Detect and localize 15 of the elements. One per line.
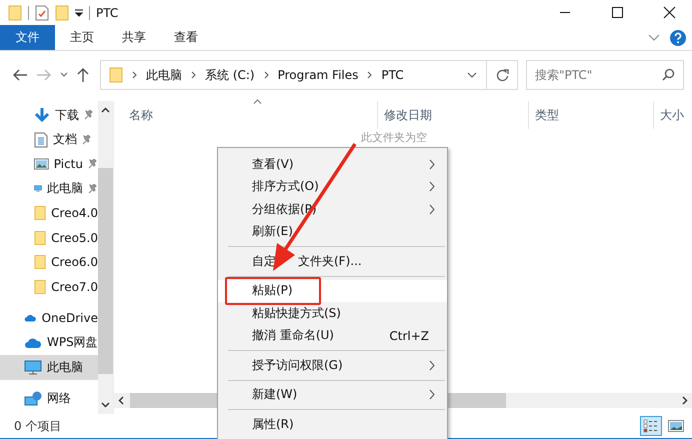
sidebar-label: Creo7.0 xyxy=(51,280,98,294)
sidebar-label: 文档 xyxy=(53,131,77,148)
window-title: PTC xyxy=(96,6,118,20)
item-count: 0 个项目 xyxy=(14,418,62,434)
sidebar-label: 下载 xyxy=(55,106,79,124)
sidebar-label: Pictu xyxy=(54,157,83,172)
empty-folder-text: 此文件夹为空 xyxy=(361,130,427,145)
sidebar-label: Creo4.0 xyxy=(51,206,98,220)
sidebar-label: OneDrive xyxy=(42,311,98,326)
sidebar-label: 网络 xyxy=(47,390,71,408)
sidebar-label: 此电脑 xyxy=(47,180,83,198)
sidebar-label: Creo6.0 xyxy=(51,255,98,270)
sidebar-label: Creo5.0 xyxy=(51,230,98,245)
sidebar-label: 此电脑 xyxy=(47,358,83,376)
sidebar-label: WPS网盘 xyxy=(47,334,98,352)
